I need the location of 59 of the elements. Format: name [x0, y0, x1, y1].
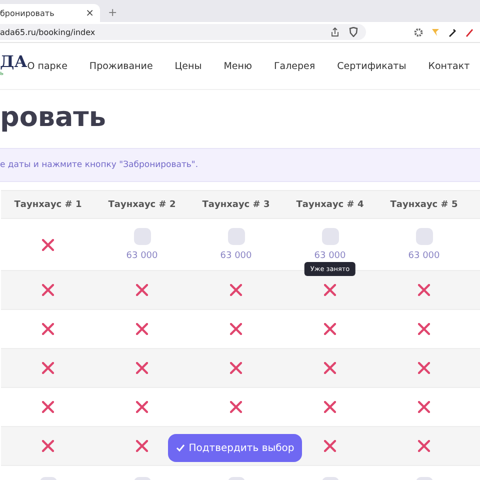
cross-icon: [42, 323, 54, 335]
nav-link[interactable]: Галерея: [274, 60, 316, 72]
confirm-button[interactable]: Подтвердить выбор: [168, 434, 302, 462]
nav-link[interactable]: О парке: [27, 60, 68, 72]
nav-link[interactable]: Сертификаты: [337, 60, 406, 72]
cross-icon: [324, 323, 336, 335]
cross-icon: [230, 323, 242, 335]
info-notice: е даты и нажмите кнопку "Забронировать".: [0, 148, 480, 182]
tab-title: бронировать: [0, 8, 54, 18]
checkbox[interactable]: [134, 228, 150, 245]
price-label: 63 000: [314, 251, 346, 261]
cross-icon: [418, 323, 430, 335]
cross-icon: [42, 284, 54, 296]
cross-icon: [418, 284, 430, 296]
check-icon: [176, 444, 185, 452]
cross-icon: [230, 284, 242, 296]
column-header: Таунхаус # 5: [389, 198, 459, 212]
share-icon[interactable]: [331, 27, 339, 37]
pen-icon[interactable]: [448, 28, 457, 36]
cross-icon: [324, 362, 336, 374]
cross-icon: [418, 362, 430, 374]
price-label: 63 000: [126, 251, 158, 261]
column-header: Таунхаус # 4: [295, 198, 365, 212]
cross-icon: [136, 284, 148, 296]
pencil-icon[interactable]: [465, 28, 474, 36]
cross-icon: [324, 440, 336, 452]
cross-icon: [42, 362, 54, 374]
close-tab-button[interactable]: ×: [86, 8, 94, 18]
shield-icon[interactable]: [349, 27, 358, 37]
nav-link[interactable]: Проживание: [89, 60, 153, 72]
column-header: Таунхаус # 1: [13, 198, 83, 212]
checkbox[interactable]: [416, 228, 432, 245]
column-header: Таунхаус # 2: [107, 198, 177, 212]
browser-tab[interactable]: бронировать ×: [0, 4, 100, 22]
cross-icon: [230, 362, 242, 374]
cross-icon: [136, 323, 148, 335]
cross-icon: [418, 401, 430, 413]
nav-link[interactable]: Контакт: [428, 60, 470, 72]
checkbox[interactable]: [228, 228, 244, 245]
price-label: 63 000: [220, 251, 252, 261]
nav-link[interactable]: Меню: [224, 60, 252, 72]
gear-icon[interactable]: [414, 28, 423, 36]
price-label: 63 000: [408, 251, 440, 261]
cross-icon: [42, 401, 54, 413]
checkbox[interactable]: [322, 228, 338, 245]
cross-icon: [324, 401, 336, 413]
cross-icon: [324, 284, 336, 296]
nav-link[interactable]: Цены: [174, 60, 202, 72]
new-tab-button[interactable]: +: [108, 6, 118, 19]
cross-icon: [42, 238, 54, 250]
cross-icon: [418, 440, 430, 452]
cross-icon: [230, 401, 242, 413]
cross-icon: [136, 440, 148, 452]
cross-icon: [136, 401, 148, 413]
cross-icon: [42, 440, 54, 452]
column-header: Таунхаус # 3: [201, 198, 271, 212]
page-title: ровать: [0, 102, 107, 135]
address-bar[interactable]: ada65.ru/booking/index: [0, 24, 366, 40]
cross-icon: [136, 362, 148, 374]
